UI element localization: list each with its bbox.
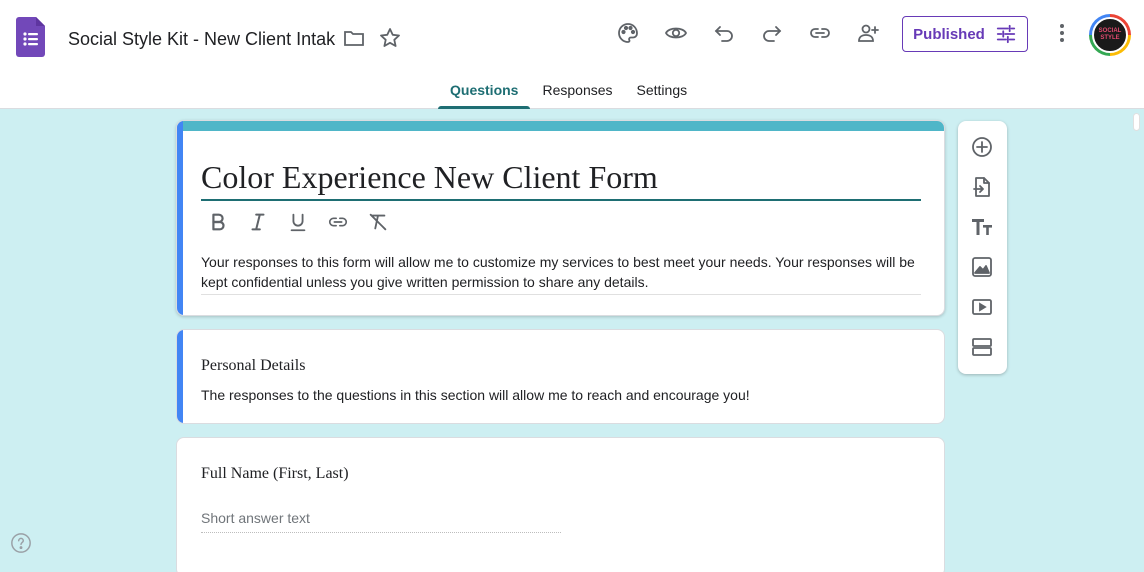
italic-icon[interactable]: [247, 211, 269, 233]
section-accent-bar: [177, 330, 183, 423]
section-description[interactable]: The responses to the questions in this s…: [201, 387, 750, 403]
undo-icon[interactable]: [712, 21, 736, 45]
underline-icon[interactable]: [287, 211, 309, 233]
star-icon[interactable]: [378, 26, 402, 50]
help-icon[interactable]: [10, 532, 32, 554]
header: Social Style Kit - New Client Intake Pub…: [0, 0, 1144, 109]
eye-icon[interactable]: [664, 21, 688, 45]
scroll-thumb[interactable]: [1133, 113, 1140, 131]
section-icon[interactable]: [970, 335, 994, 359]
add-question-icon[interactable]: [970, 135, 994, 159]
insert-link-icon[interactable]: [327, 211, 349, 233]
form-title-card: Color Experience New Client Form Your re…: [176, 120, 945, 316]
avatar[interactable]: SOCIAL STYLE: [1089, 14, 1131, 56]
form-description[interactable]: Your responses to this form will allow m…: [201, 252, 921, 295]
published-label: Published: [913, 25, 985, 43]
palette-icon[interactable]: [616, 21, 640, 45]
side-toolbar: [958, 121, 1007, 374]
add-person-icon[interactable]: [856, 21, 880, 45]
section-title[interactable]: Personal Details: [201, 357, 305, 375]
section-card: Personal Details The responses to the qu…: [176, 329, 945, 424]
avatar-text: SOCIAL STYLE: [1092, 17, 1128, 53]
title-text-icon[interactable]: [970, 215, 994, 239]
scrollbar[interactable]: [1131, 111, 1142, 572]
tab-responses[interactable]: Responses: [530, 78, 624, 109]
form-title[interactable]: Color Experience New Client Form: [201, 155, 921, 201]
import-questions-icon[interactable]: [970, 175, 994, 199]
bold-icon[interactable]: [207, 211, 229, 233]
published-button[interactable]: Published: [902, 16, 1028, 52]
tab-settings[interactable]: Settings: [625, 78, 700, 109]
link-icon[interactable]: [808, 21, 832, 45]
question-title[interactable]: Full Name (First, Last): [201, 465, 349, 483]
card-focus-bar: [177, 121, 183, 315]
card-header-stripe: [177, 121, 944, 131]
tab-questions[interactable]: Questions: [438, 78, 531, 109]
redo-icon[interactable]: [760, 21, 784, 45]
tune-icon: [996, 24, 1016, 44]
question-card[interactable]: Full Name (First, Last) Short answer tex…: [176, 437, 945, 572]
document-title[interactable]: Social Style Kit - New Client Intake: [68, 27, 336, 51]
forms-logo-icon[interactable]: [16, 17, 45, 57]
image-icon[interactable]: [970, 255, 994, 279]
short-answer-field: Short answer text: [201, 510, 561, 533]
clear-format-icon[interactable]: [367, 211, 389, 233]
format-toolbar: [207, 211, 389, 233]
tab-bar: Questions Responses Settings: [438, 78, 699, 109]
folder-icon[interactable]: [342, 26, 366, 50]
video-icon[interactable]: [970, 295, 994, 319]
more-vert-icon[interactable]: [1050, 21, 1074, 45]
